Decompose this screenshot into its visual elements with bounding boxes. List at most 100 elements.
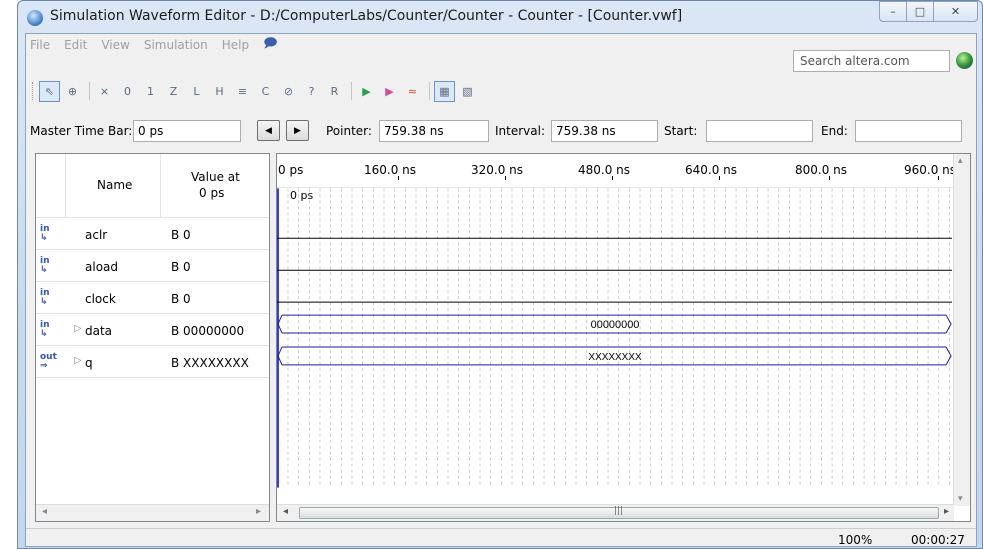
- zoom-icon[interactable]: ⊕: [62, 81, 83, 102]
- toolbar-grip: [32, 82, 35, 100]
- overwrite-clock-icon[interactable]: R: [324, 81, 345, 102]
- close-button[interactable]: ✕: [933, 1, 978, 22]
- value-header-line1: Value at: [191, 170, 240, 184]
- globe-icon[interactable]: [956, 52, 973, 69]
- input-pin-icon: in ↳: [40, 288, 50, 307]
- snap-to-grid-icon[interactable]: ▦: [434, 80, 455, 102]
- signal-value: B 0: [171, 292, 191, 306]
- force-unknown-icon[interactable]: ⨯: [94, 81, 115, 102]
- random-values-icon[interactable]: ?: [301, 81, 322, 102]
- select-pointer-icon[interactable]: ⇖: [39, 80, 60, 102]
- signal-value: B 0: [171, 228, 191, 242]
- value-column-header[interactable]: Value at 0 ps: [161, 154, 271, 218]
- netlist-viewer-icon[interactable]: ≈: [402, 81, 423, 102]
- waveform-grid: [287, 188, 950, 488]
- search-altera-input[interactable]: Search altera.com: [793, 50, 950, 72]
- start-label: Start:: [664, 124, 698, 138]
- signal-list-header: Name Value at 0 ps: [36, 154, 269, 218]
- signal-list-hscrollbar[interactable]: ◂ ▸: [36, 504, 269, 521]
- force-weak-high-icon[interactable]: H: [209, 81, 230, 102]
- time-label: 480.0 ns: [578, 163, 631, 177]
- menu-help[interactable]: Help: [222, 38, 249, 52]
- data-bus-value: 00000000: [591, 319, 640, 331]
- scroll-left-icon[interactable]: ◂: [283, 506, 288, 517]
- time-label: 800.0 ns: [795, 163, 848, 177]
- signal-name: aclr: [85, 228, 108, 242]
- elapsed-time: 00:00:27: [911, 533, 965, 547]
- time-tick: [505, 176, 506, 180]
- signal-row[interactable]: in ↳ aload B 0: [36, 250, 269, 282]
- force-high-icon[interactable]: 1: [140, 81, 161, 102]
- signal-name: clock: [85, 292, 116, 306]
- force-weak-low-icon[interactable]: L: [186, 81, 207, 102]
- waveform-data-bus[interactable]: 00000000: [277, 314, 952, 334]
- waveform-canvas[interactable]: 00000000 XXXXXXXX: [277, 188, 970, 488]
- signal-row[interactable]: in ↳ clock B 0: [36, 282, 269, 314]
- expand-icon[interactable]: ▷: [74, 323, 82, 334]
- input-pin-icon: in ↳: [40, 256, 50, 275]
- time-tick: [938, 176, 939, 180]
- timing-simulation-icon[interactable]: ▶: [379, 81, 400, 102]
- force-low-icon[interactable]: 0: [117, 81, 138, 102]
- signal-value: B XXXXXXXX: [171, 356, 249, 370]
- scroll-left-icon[interactable]: ◂: [42, 506, 47, 517]
- force-dont-care-icon[interactable]: ⊘: [278, 81, 299, 102]
- pointer-label: Pointer:: [326, 124, 372, 138]
- expand-icon[interactable]: ▷: [74, 355, 82, 366]
- grid-icon[interactable]: ▧: [457, 81, 478, 102]
- toolbar: ⇖ ⊕ ⨯ 0 1 Z L H ≡ C ⊘ ? R ▶ ▶ ≈ ▦ ▧: [26, 78, 976, 104]
- previous-transition-button[interactable]: ◀: [257, 120, 280, 141]
- waveform-hscrollbar[interactable]: ◂ ||| ▸: [277, 504, 954, 521]
- menu-edit[interactable]: Edit: [64, 38, 87, 52]
- menu-view[interactable]: View: [101, 38, 129, 52]
- time-label: 320.0 ns: [471, 163, 524, 177]
- grip-icon: |||: [614, 506, 624, 516]
- pointer-field[interactable]: 759.38 ns: [379, 120, 489, 142]
- maximize-icon: □: [914, 5, 926, 18]
- scroll-right-icon[interactable]: ▸: [256, 506, 261, 517]
- force-high-impedance-icon[interactable]: Z: [163, 81, 184, 102]
- start-field[interactable]: [706, 120, 813, 142]
- scroll-up-icon[interactable]: ▴: [958, 156, 963, 166]
- signal-row[interactable]: out ⇒ ▷ q B XXXXXXXX: [36, 346, 269, 378]
- icon-column-header: [36, 154, 66, 218]
- zoom-level: 100%: [838, 533, 873, 547]
- toolbar-separator: [351, 82, 352, 100]
- output-pin-icon: out ⇒: [40, 352, 57, 371]
- time-label: 160.0 ns: [364, 163, 417, 177]
- time-tick: [398, 176, 399, 180]
- count-value-icon[interactable]: C: [255, 81, 276, 102]
- functional-simulation-icon[interactable]: ▶: [356, 81, 377, 102]
- end-label: End:: [821, 124, 848, 138]
- menu-file[interactable]: File: [30, 38, 50, 52]
- name-column-header[interactable]: Name: [66, 154, 161, 218]
- next-transition-button[interactable]: ▶: [286, 120, 309, 141]
- time-tick: [719, 176, 720, 180]
- toolbar-separator: [429, 82, 430, 100]
- time-tick: [612, 176, 613, 180]
- signal-value: B 0: [171, 260, 191, 274]
- waveform-scroll-thumb[interactable]: |||: [299, 506, 939, 519]
- end-field[interactable]: [855, 120, 962, 142]
- waveform-vscrollbar[interactable]: ▴ ▾: [953, 154, 970, 506]
- signal-row[interactable]: in ↳ aclr B 0: [36, 218, 269, 250]
- app-icon: [27, 10, 43, 26]
- feedback-icon[interactable]: 🗩: [263, 34, 277, 56]
- scroll-right-icon[interactable]: ▸: [944, 506, 949, 517]
- signal-name: data: [85, 324, 113, 338]
- invert-icon[interactable]: ≡: [232, 81, 253, 102]
- minimize-button[interactable]: –: [879, 1, 907, 22]
- scroll-down-icon[interactable]: ▾: [958, 494, 963, 504]
- signal-row[interactable]: in ↳ ▷ data B 00000000: [36, 314, 269, 346]
- value-header-line2: 0 ps: [199, 186, 225, 200]
- interval-field[interactable]: 759.38 ns: [551, 120, 658, 142]
- time-label: 640.0 ns: [685, 163, 738, 177]
- input-pin-icon: in ↳: [40, 320, 50, 339]
- name-header-label: Name: [97, 178, 133, 192]
- waveform-q-bus[interactable]: XXXXXXXX: [277, 346, 952, 366]
- master-time-bar-field[interactable]: 0 ps: [133, 120, 241, 142]
- waveform-editor-window: Simulation Waveform Editor - D:/Computer…: [17, 0, 983, 549]
- time-axis: 0 ps 160.0 ns 320.0 ns 480.0 ns 640.0 ns 800.…: [277, 154, 970, 188]
- menu-simulation[interactable]: Simulation: [144, 38, 208, 52]
- maximize-button[interactable]: □: [906, 1, 934, 22]
